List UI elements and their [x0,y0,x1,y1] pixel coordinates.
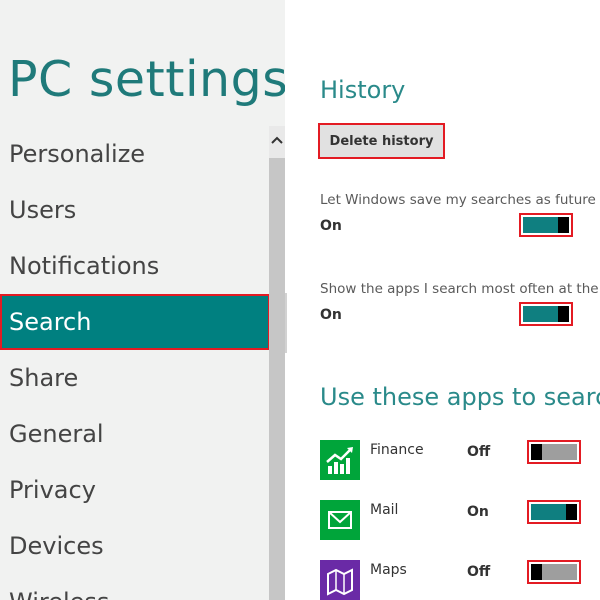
nav-item-share[interactable]: Share [0,350,270,406]
nav-item-devices[interactable]: Devices [0,518,270,574]
search-settings-pane: History Delete history Let Windows save … [285,0,600,600]
toggle-knob [531,564,542,580]
history-heading: History [320,76,406,104]
toggle-knob [558,217,569,233]
app-name-maps: Maps [370,562,407,578]
chevron-up-icon [271,136,283,144]
nav-item-users[interactable]: Users [0,182,270,238]
save-searches-toggle[interactable] [519,213,573,237]
app-state-mail: On [467,504,489,520]
app-row-mail: Mail On [320,500,600,540]
app-row-finance: Finance Off [320,440,600,480]
app-state-maps: Off [467,564,491,580]
delete-history-button[interactable]: Delete history [318,123,445,159]
show-apps-state: On [320,307,342,323]
toggle-track [523,217,569,233]
nav-scrollbar[interactable] [269,126,285,600]
app-state-finance: Off [467,444,491,460]
maps-icon [320,560,360,600]
app-name-finance: Finance [370,442,424,458]
toggle-knob [558,306,569,322]
nav-item-wireless[interactable]: Wireless [0,574,270,600]
app-name-mail: Mail [370,502,399,518]
toggle-knob [531,444,542,460]
nav-item-general[interactable]: General [0,406,270,462]
nav-item-personalize[interactable]: Personalize [0,126,270,182]
maps-toggle[interactable] [527,560,581,584]
scrollbar-thumb[interactable] [269,158,285,600]
toggle-track [531,564,577,580]
toggle-knob [566,504,577,520]
nav-item-privacy[interactable]: Privacy [0,462,270,518]
finance-chart-icon [320,440,360,480]
settings-nav-list: Personalize Users Notifications Search S… [0,126,270,600]
settings-nav-pane: PC settings Personalize Users Notificati… [0,0,285,600]
scroll-up-button[interactable] [269,126,285,158]
finance-toggle[interactable] [527,440,581,464]
app-row-maps: Maps Off [320,560,600,600]
save-searches-description: Let Windows save my searches as future s… [320,192,600,208]
show-apps-description: Show the apps I search most often at the… [320,281,600,297]
show-apps-toggle[interactable] [519,302,573,326]
search-apps-heading: Use these apps to search [320,383,600,411]
save-searches-state: On [320,218,342,234]
toggle-track [531,444,577,460]
mail-toggle[interactable] [527,500,581,524]
toggle-track [523,306,569,322]
nav-item-search[interactable]: Search [0,294,270,350]
mail-envelope-icon [320,500,360,540]
toggle-track [531,504,577,520]
nav-item-notifications[interactable]: Notifications [0,238,270,294]
page-title: PC settings [8,51,285,108]
